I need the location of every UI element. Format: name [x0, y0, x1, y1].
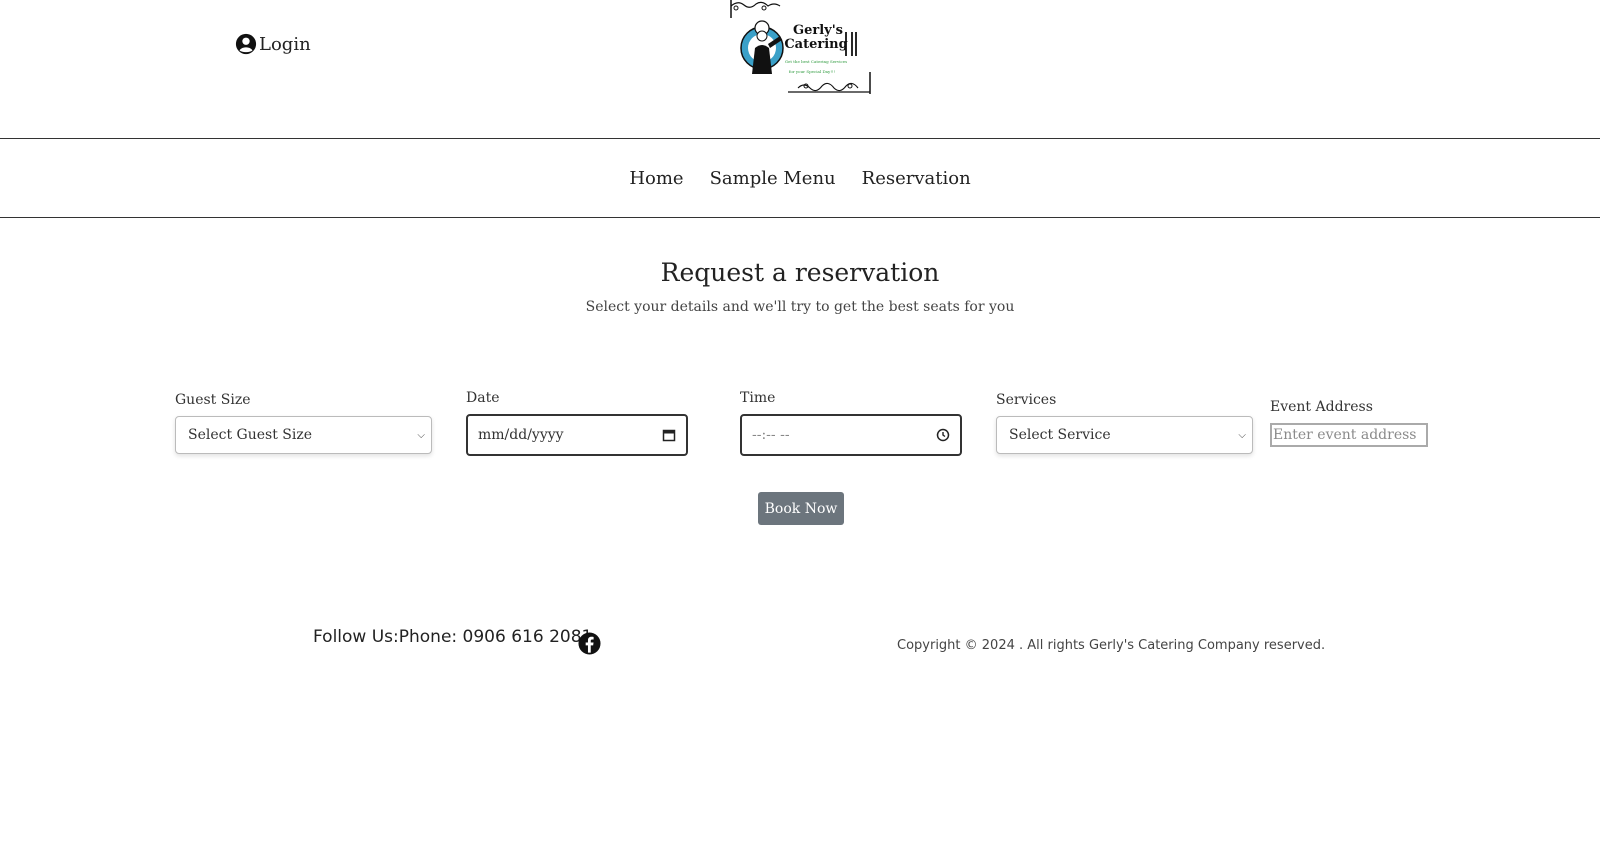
time-input[interactable]: --:-- --: [740, 414, 962, 456]
user-circle-icon: [235, 33, 257, 55]
svg-text:Get the best Catering Services: Get the best Catering Services: [785, 59, 847, 64]
nav-item-home[interactable]: Home: [629, 168, 683, 189]
page-title: Request a reservation: [660, 258, 940, 287]
guest-size-value: Select Guest Size: [188, 427, 313, 443]
footer-contact: Follow Us:Phone: 0906 616 2081: [313, 627, 593, 647]
copyright-text: Copyright © 2024 . All rights Gerly's Ca…: [897, 638, 1326, 653]
services-label: Services: [996, 392, 1057, 408]
chevron-down-icon: ⌵: [417, 429, 425, 441]
services-value: Select Service: [1009, 427, 1111, 443]
services-field: Services Select Service ⌵: [996, 392, 1253, 454]
page-subtitle: Select your details and we'll try to get…: [585, 299, 1015, 315]
svg-text:for your Special Day!!!: for your Special Day!!!: [789, 69, 836, 74]
book-now-button[interactable]: Book Now: [758, 492, 844, 525]
event-address-field: Event Address: [1270, 399, 1430, 447]
main-nav: Home Sample Menu Reservation: [0, 138, 1600, 218]
event-address-label: Event Address: [1270, 399, 1373, 415]
clock-icon[interactable]: [936, 428, 950, 442]
event-address-input[interactable]: [1270, 423, 1428, 447]
time-value: --:-- --: [752, 427, 790, 443]
time-field: Time --:-- --: [740, 390, 962, 456]
date-value: mm/dd/yyyy: [478, 427, 564, 443]
date-field: Date mm/dd/yyyy: [466, 390, 688, 456]
header: Login Gerly's Catering Get the best Cate…: [0, 0, 1600, 138]
svg-text:Catering: Catering: [784, 37, 847, 52]
services-select[interactable]: Select Service ⌵: [996, 416, 1253, 454]
facebook-icon[interactable]: [578, 632, 601, 655]
nav-item-sample-menu[interactable]: Sample Menu: [710, 168, 836, 189]
date-label: Date: [466, 390, 500, 406]
guest-size-field: Guest Size Select Guest Size ⌵: [175, 392, 432, 454]
date-input[interactable]: mm/dd/yyyy: [466, 414, 688, 456]
login-link[interactable]: Login: [235, 33, 311, 55]
calendar-icon[interactable]: [662, 428, 676, 442]
svg-text:Gerly's: Gerly's: [793, 23, 843, 38]
nav-item-reservation[interactable]: Reservation: [862, 168, 971, 189]
login-label: Login: [259, 33, 311, 55]
time-label: Time: [740, 390, 776, 406]
guest-size-select[interactable]: Select Guest Size ⌵: [175, 416, 432, 454]
gerlys-catering-logo[interactable]: Gerly's Catering Get the best Catering S…: [728, 0, 872, 96]
chevron-down-icon: ⌵: [1238, 429, 1246, 441]
guest-size-label: Guest Size: [175, 392, 251, 408]
